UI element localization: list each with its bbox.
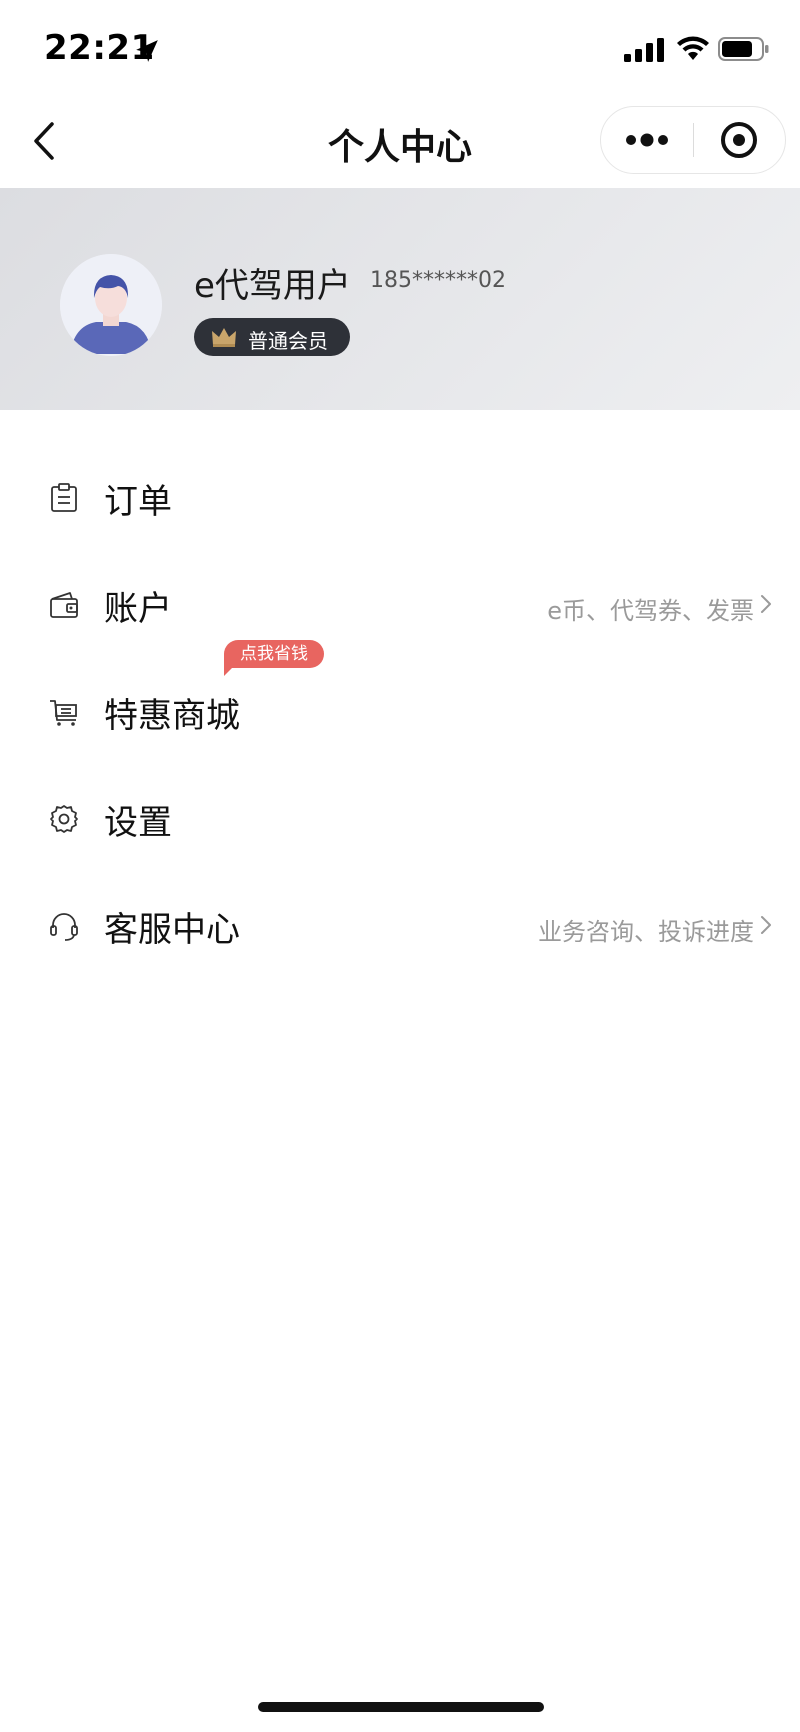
menu-item-settings[interactable]: 设置 [0,763,800,870]
wifi-icon [677,36,709,60]
user-avatar-icon [60,254,162,356]
menu-item-mall[interactable]: 特惠商城 点我省钱 [0,640,800,763]
menu-item-label: 订单 [104,482,172,522]
location-arrow-icon [136,40,158,62]
menu-item-label: 账户 [104,589,172,629]
target-circle-icon [721,122,757,158]
mini-program-capsule [600,106,786,174]
gear-icon [50,805,78,833]
crown-icon [212,328,236,347]
member-level-badge[interactable]: 普通会员 [194,318,350,356]
menu-item-customer-service[interactable]: 客服中心 业务咨询、投诉进度 [0,870,800,977]
home-indicator[interactable] [258,1702,544,1712]
close-mini-program-button[interactable] [694,107,785,173]
menu-item-label: 特惠商城 [104,696,240,736]
menu-item-orders[interactable]: 订单 [0,442,800,549]
menu-item-hint: e币、代驾券、发票 [547,597,754,625]
avatar[interactable] [60,254,162,356]
cart-icon [50,700,77,726]
user-phone: 185******02 [370,268,506,293]
more-button[interactable] [601,107,693,173]
signal-icon [624,38,664,62]
menu-item-label: 设置 [104,803,172,843]
nav-bar: 个人中心 [0,96,800,188]
promo-badge: 点我省钱 [224,640,324,676]
chevron-right-icon [761,595,771,613]
menu-item-account[interactable]: 账户 e币、代驾券、发票 [0,549,800,656]
battery-icon [718,37,769,61]
wallet-icon [50,592,78,618]
headset-icon [50,913,78,941]
chevron-right-icon [761,916,771,934]
menu-item-label: 客服中心 [104,910,240,950]
user-name: e代驾用户 [194,266,351,306]
status-bar: 22:21 [0,0,800,96]
menu-item-hint: 业务咨询、投诉进度 [538,918,754,946]
clipboard-icon [51,483,77,512]
member-level-label: 普通会员 [248,329,328,353]
more-dots-icon [626,133,668,147]
menu-list: 订单 账户 e币、代驾券、发票 特惠商城 点我省钱 设置 客服中心 业务咨询、投… [0,442,800,977]
profile-header: e代驾用户 185******02 普通会员 [0,188,800,410]
